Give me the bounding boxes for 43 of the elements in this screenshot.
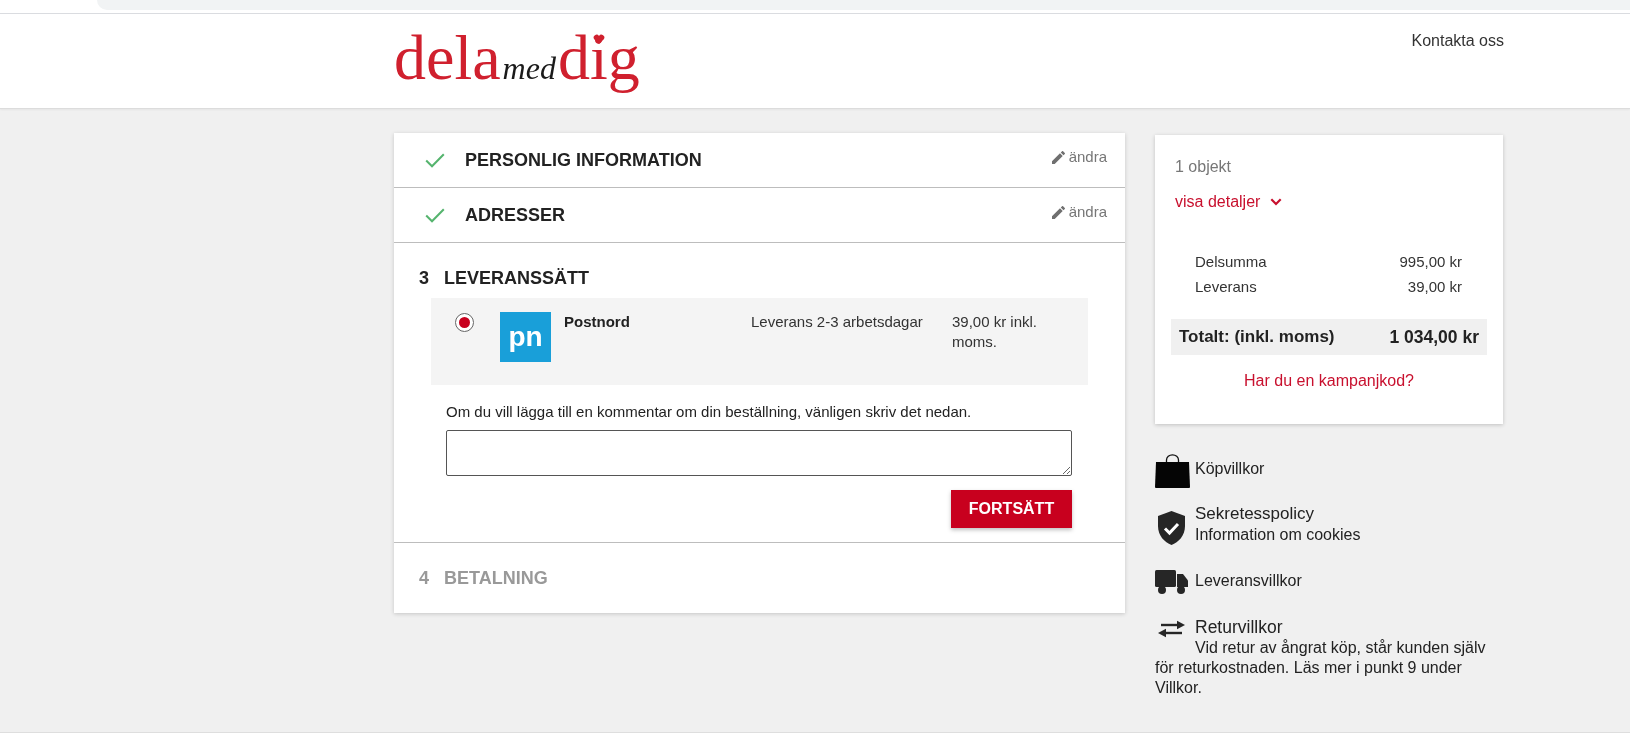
check-icon — [425, 207, 445, 223]
comment-label: Om du vill lägga till en kommentar om din beställning, vänligen skriv det nedan. — [446, 402, 973, 422]
shipping-option[interactable]: pn Postnord Leverans 2-3 arbetsdagar 39,00 kr inkl. moms. — [431, 298, 1088, 385]
continue-button[interactable]: FORTSÄTT — [951, 490, 1072, 528]
line-label: Leverans — [1195, 277, 1257, 297]
step-number: 4 — [419, 567, 430, 590]
shopping-bag-icon — [1155, 454, 1190, 488]
check-icon — [425, 152, 445, 168]
info-link[interactable]: Returvillkor — [1195, 617, 1283, 637]
edit-link[interactable]: ändra — [1051, 202, 1107, 222]
line-value: 995,00 kr — [1399, 252, 1462, 272]
swap-arrows-icon — [1158, 620, 1185, 638]
line-value: 39,00 kr — [1407, 277, 1462, 297]
contact-link[interactable]: Kontakta oss — [1411, 31, 1504, 51]
pencil-icon — [1051, 150, 1065, 164]
truck-icon — [1155, 570, 1188, 594]
option-price: 39,00 kr inkl. moms. — [952, 312, 1039, 352]
edit-link[interactable]: ändra — [1051, 147, 1107, 167]
total-label: Totalt: (inkl. moms) — [1179, 327, 1335, 347]
radio-button[interactable] — [455, 313, 474, 332]
item-count: 1 objekt — [1174, 157, 1233, 177]
info-link[interactable]: Sekretesspolicy — [1195, 504, 1315, 523]
option-name: Postnord — [564, 312, 631, 332]
pencil-icon — [1051, 205, 1065, 219]
info-link[interactable]: Information om cookies — [1195, 526, 1361, 543]
step-title: BETALNING — [444, 567, 548, 590]
info-link[interactable]: Leveransvillkor — [1195, 572, 1302, 589]
line-label: Delsumma — [1195, 252, 1267, 272]
step-number: 3 — [419, 267, 430, 290]
info-description: Vid retur av ångrat köp, står kunden själv för returkostnaden. Läs mer i punkt 9 under Villkor. — [1155, 639, 1486, 696]
step-title: ADRESSER — [465, 204, 566, 227]
logo-wordmark[interactable]: delameddig — [394, 26, 640, 100]
option-time: Leverans 2-3 arbetsdagar — [751, 312, 924, 332]
details-toggle[interactable]: visa detaljer — [1175, 192, 1283, 212]
comment-field[interactable] — [446, 430, 1072, 476]
heart-icon — [592, 34, 605, 44]
step-title: PERSONLIG INFORMATION — [465, 149, 702, 172]
promo-link[interactable]: Har du en kampanjkod? — [1244, 372, 1414, 389]
shield-check-icon — [1158, 511, 1185, 545]
total-value: 1 034,00 kr — [1389, 326, 1479, 348]
carrier-logo: pn — [500, 312, 551, 362]
step-title: LEVERANSSÄTT — [444, 267, 589, 290]
info-link[interactable]: Köpvillkor — [1195, 460, 1265, 477]
